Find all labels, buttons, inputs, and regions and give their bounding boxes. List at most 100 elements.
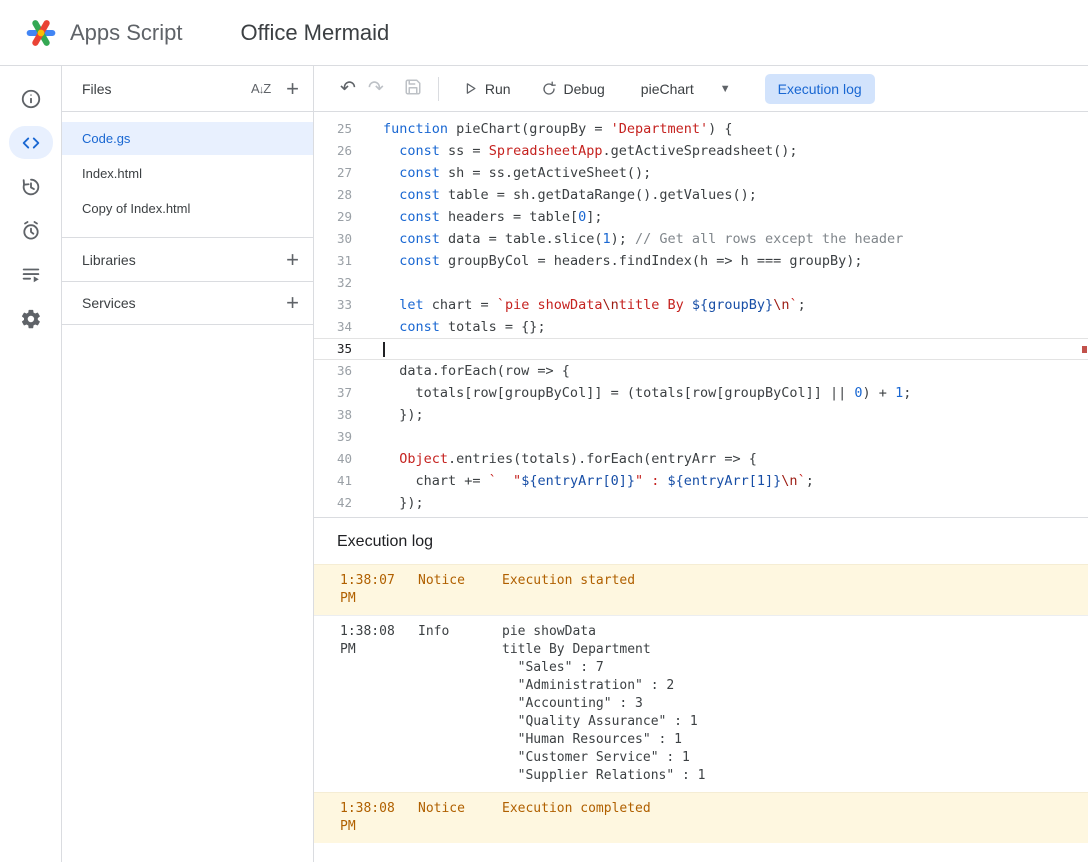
redo-button[interactable]: ↷ (362, 77, 390, 100)
code-editor-icon (20, 132, 42, 154)
log-entry-notice: 1:38:07 PMNoticeExecution started (314, 564, 1088, 615)
code-line-42[interactable]: 42 }); (314, 492, 1088, 514)
project-title[interactable]: Office Mermaid (241, 20, 390, 46)
debug-label: Debug (564, 81, 605, 97)
nav-project-history-button[interactable] (9, 170, 53, 203)
line-number: 37 (314, 382, 352, 404)
code-line-25[interactable]: 25function pieChart(groupBy = 'Departmen… (314, 118, 1088, 140)
file-item-code-gs[interactable]: Code.gs (62, 122, 313, 155)
app-name[interactable]: Apps Script (70, 20, 183, 46)
nav-overview-button[interactable] (9, 82, 53, 115)
editor-toolbar: ↶ ↷ Run Debug pieChart ▼ Execu (314, 66, 1088, 112)
code-line-35[interactable]: 35 (314, 338, 1088, 360)
left-nav-rail (0, 66, 62, 862)
log-entry-info: 1:38:08 PMInfopie showData title By Depa… (314, 615, 1088, 792)
redo-icon: ↷ (368, 78, 384, 99)
code-line-38[interactable]: 38 }); (314, 404, 1088, 426)
line-number: 30 (314, 228, 352, 250)
text-cursor (383, 342, 385, 357)
line-number: 41 (314, 470, 352, 492)
nav-triggers-button[interactable] (9, 214, 53, 247)
code-line-text: totals[row[groupByCol]] = (totals[row[gr… (352, 382, 911, 404)
overview-ruler-mark (1082, 346, 1087, 353)
log-level: Info (418, 623, 502, 785)
log-message: Execution completed (502, 800, 1088, 836)
nav-settings-button[interactable] (9, 302, 53, 335)
triggers-clock-icon (20, 220, 42, 242)
file-item-index-html[interactable]: Index.html (62, 157, 313, 190)
line-number: 31 (314, 250, 352, 272)
file-name: Copy of Index.html (82, 201, 190, 216)
execution-log-title: Execution log (314, 518, 1088, 564)
file-item-copy-of-index-html[interactable]: Copy of Index.html (62, 192, 313, 225)
add-file-button[interactable]: + (286, 78, 299, 100)
main-area: ↶ ↷ Run Debug pieChart ▼ Execu (314, 66, 1088, 862)
code-line-39[interactable]: 39 (314, 426, 1088, 448)
apps-script-logo-icon[interactable] (22, 15, 60, 51)
code-line-text (352, 339, 385, 359)
code-lines: 25function pieChart(groupBy = 'Departmen… (314, 118, 1088, 514)
code-line-34[interactable]: 34 const totals = {}; (314, 316, 1088, 338)
log-message: Execution started (502, 572, 1088, 608)
save-button[interactable] (398, 76, 428, 102)
code-line-text: function pieChart(groupBy = 'Department'… (352, 118, 733, 140)
line-number: 32 (314, 272, 352, 294)
code-line-27[interactable]: 27 const sh = ss.getActiveSheet(); (314, 162, 1088, 184)
code-line-29[interactable]: 29 const headers = table[0]; (314, 206, 1088, 228)
file-name: Code.gs (82, 131, 130, 146)
code-line-text: const data = table.slice(1); // Get all … (352, 228, 903, 250)
log-level: Notice (418, 800, 502, 836)
line-number: 27 (314, 162, 352, 184)
libraries-label: Libraries (82, 252, 136, 268)
code-line-31[interactable]: 31 const groupByCol = headers.findIndex(… (314, 250, 1088, 272)
log-timestamp: 1:38:07 PM (314, 572, 418, 608)
sort-az-icon[interactable]: A↓Z (251, 81, 270, 96)
line-number: 33 (314, 294, 352, 316)
line-number: 35 (314, 339, 352, 359)
run-play-icon (463, 81, 478, 96)
undo-button[interactable]: ↶ (334, 77, 362, 100)
log-entry-notice: 1:38:08 PMNoticeExecution completed (314, 792, 1088, 843)
save-icon (404, 78, 422, 96)
code-line-32[interactable]: 32 (314, 272, 1088, 294)
services-label: Services (82, 295, 136, 311)
code-line-text: data.forEach(row => { (352, 360, 570, 382)
run-button[interactable]: Run (453, 75, 521, 103)
code-line-26[interactable]: 26 const ss = SpreadsheetApp.getActiveSp… (314, 140, 1088, 162)
executions-list-icon (20, 264, 42, 286)
code-line-text (352, 426, 383, 448)
execution-log-panel: Execution log 1:38:07 PMNoticeExecution … (314, 517, 1088, 862)
code-line-33[interactable]: 33 let chart = `pie showData\ntitle By $… (314, 294, 1088, 316)
code-line-37[interactable]: 37 totals[row[groupByCol]] = (totals[row… (314, 382, 1088, 404)
code-line-28[interactable]: 28 const table = sh.getDataRange().getVa… (314, 184, 1088, 206)
log-message: pie showData title By Department "Sales"… (502, 623, 1088, 785)
code-line-41[interactable]: 41 chart += ` "${entryArr[0]}" : ${entry… (314, 470, 1088, 492)
code-line-36[interactable]: 36 data.forEach(row => { (314, 360, 1088, 382)
add-service-button[interactable]: + (286, 292, 299, 314)
nav-editor-button[interactable] (9, 126, 53, 159)
code-line-text: const groupByCol = headers.findIndex(h =… (352, 250, 863, 272)
code-line-40[interactable]: 40 Object.entries(totals).forEach(entryA… (314, 448, 1088, 470)
nav-executions-button[interactable] (9, 258, 53, 291)
code-editor[interactable]: 25function pieChart(groupBy = 'Departmen… (314, 112, 1088, 517)
code-line-text: let chart = `pie showData\ntitle By ${gr… (352, 294, 806, 316)
execution-log-button[interactable]: Execution log (765, 74, 875, 104)
settings-gear-icon (20, 308, 42, 330)
debug-button[interactable]: Debug (531, 75, 615, 103)
function-selector[interactable]: pieChart ▼ (633, 75, 739, 103)
log-timestamp: 1:38:08 PM (314, 800, 418, 836)
line-number: 34 (314, 316, 352, 338)
code-line-30[interactable]: 30 const data = table.slice(1); // Get a… (314, 228, 1088, 250)
services-section: Services + (62, 281, 313, 325)
line-number: 26 (314, 140, 352, 162)
add-library-button[interactable]: + (286, 249, 299, 271)
code-line-text: }); (352, 492, 424, 514)
undo-icon: ↶ (340, 78, 356, 99)
line-number: 28 (314, 184, 352, 206)
file-list: Code.gs Index.html Copy of Index.html (62, 112, 313, 237)
debug-icon (541, 81, 557, 97)
code-line-text: }); (352, 404, 424, 426)
code-line-text: const totals = {}; (352, 316, 546, 338)
app-body: Files A↓Z + Code.gs Index.html Copy of I… (0, 66, 1088, 862)
log-level: Notice (418, 572, 502, 608)
